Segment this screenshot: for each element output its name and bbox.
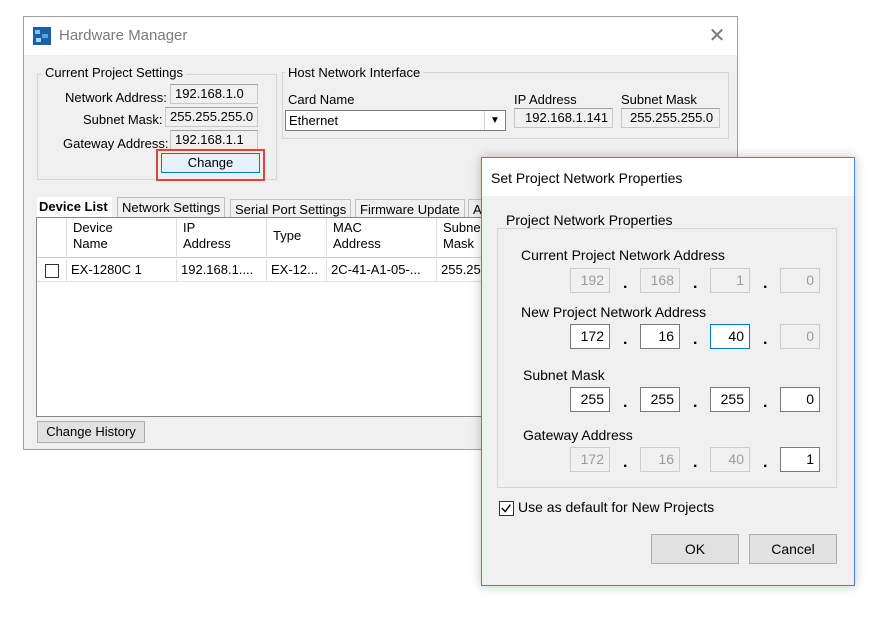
octet-separator: . xyxy=(693,275,698,292)
current-octet-4: 0 xyxy=(780,268,820,293)
use-as-default-label[interactable]: Use as default for New Projects xyxy=(518,499,714,515)
project-network-properties-title: Project Network Properties xyxy=(503,212,676,228)
ip-address-label: IP Address xyxy=(514,92,577,107)
tab-serial-port-settings[interactable]: Serial Port Settings xyxy=(230,199,352,217)
octet-separator: . xyxy=(693,454,698,471)
gateway-octet-2: 16 xyxy=(640,447,680,472)
change-history-button[interactable]: Change History xyxy=(37,421,145,443)
new-octet-4: 0 xyxy=(780,324,820,349)
table-header-ip-address[interactable]: IP Address xyxy=(177,218,267,258)
cancel-button[interactable]: Cancel xyxy=(749,534,837,564)
use-as-default-checkbox[interactable] xyxy=(499,501,514,516)
subnet-octet-4[interactable]: 0 xyxy=(780,387,820,412)
current-project-settings-title: Current Project Settings xyxy=(42,65,187,80)
ok-button[interactable]: OK xyxy=(651,534,739,564)
octet-separator: . xyxy=(693,394,698,411)
ip-address-value: 192.168.1.141 xyxy=(514,108,613,128)
chevron-down-icon[interactable]: ▼ xyxy=(484,111,505,130)
gateway-octet-1: 172 xyxy=(570,447,610,472)
table-header-device-name[interactable]: Device Name xyxy=(67,218,177,258)
octet-separator: . xyxy=(623,394,628,411)
tab-network-settings[interactable]: Network Settings xyxy=(117,197,226,217)
octet-separator: . xyxy=(763,275,768,292)
checkmark-icon xyxy=(501,504,511,513)
octet-separator: . xyxy=(763,331,768,348)
row-checkbox[interactable] xyxy=(45,264,59,278)
table-header-type[interactable]: Type xyxy=(267,218,327,258)
cell-device-name: EX-1280C 1 xyxy=(67,260,177,282)
set-project-network-properties-dialog: Set Project Network Properties Project N… xyxy=(481,157,855,586)
gateway-address-label: Gateway Address: xyxy=(63,136,169,151)
table-header-select xyxy=(37,218,67,258)
octet-separator: . xyxy=(623,454,628,471)
title-bar: Hardware Manager ✕ xyxy=(24,17,737,55)
network-address-label: Network Address: xyxy=(65,90,167,105)
current-octet-2: 168 xyxy=(640,268,680,293)
host-network-interface-title: Host Network Interface xyxy=(285,65,424,80)
current-octet-3: 1 xyxy=(710,268,750,293)
octet-separator: . xyxy=(763,394,768,411)
table-row[interactable]: EX-1280C 1 192.168.1.... EX-12... 2C-41-… xyxy=(37,260,495,282)
table-header-mac-address[interactable]: MAC Address xyxy=(327,218,437,258)
change-button[interactable]: Change xyxy=(161,153,260,173)
subnet-mask-value: 255.255.255.0 xyxy=(165,107,258,127)
card-name-label: Card Name xyxy=(288,92,355,107)
app-icon xyxy=(33,27,51,45)
current-address-label: Current Project Network Address xyxy=(521,247,725,263)
cell-mac-address: 2C-41-A1-05-... xyxy=(327,260,437,282)
octet-separator: . xyxy=(623,331,628,348)
window-title: Hardware Manager xyxy=(59,27,188,44)
tab-device-list[interactable]: Device List xyxy=(37,197,112,217)
card-name-select[interactable]: Ethernet ▼ xyxy=(285,110,506,131)
gateway-octet-3: 40 xyxy=(710,447,750,472)
gateway-octet-4[interactable]: 1 xyxy=(780,447,820,472)
gateway-address-value: 192.168.1.1 xyxy=(170,130,258,150)
host-subnet-mask-label: Subnet Mask xyxy=(621,92,697,107)
subnet-octet-2[interactable]: 255 xyxy=(640,387,680,412)
gateway-address-label: Gateway Address xyxy=(523,427,633,443)
subnet-octet-1[interactable]: 255 xyxy=(570,387,610,412)
tab-firmware-update[interactable]: Firmware Update xyxy=(355,199,465,217)
device-table[interactable]: Device Name IP Address Type MAC Address Sub… xyxy=(36,217,496,417)
current-octet-1: 192 xyxy=(570,268,610,293)
row-select-cell xyxy=(37,260,67,282)
cell-ip-address: 192.168.1.... xyxy=(177,260,267,282)
close-icon[interactable]: ✕ xyxy=(706,25,728,47)
host-subnet-mask-value: 255.255.255.0 xyxy=(621,108,720,128)
dialog-title-bar: Set Project Network Properties xyxy=(482,158,854,196)
new-octet-1[interactable]: 172 xyxy=(570,324,610,349)
subnet-mask-label: Subnet Mask: xyxy=(83,112,163,127)
new-octet-2[interactable]: 16 xyxy=(640,324,680,349)
cell-type: EX-12... xyxy=(267,260,327,282)
network-address-value: 192.168.1.0 xyxy=(170,84,258,104)
octet-separator: . xyxy=(693,331,698,348)
octet-separator: . xyxy=(763,454,768,471)
new-address-label: New Project Network Address xyxy=(521,304,707,320)
card-name-value: Ethernet xyxy=(289,113,339,128)
new-octet-3[interactable]: 40 xyxy=(710,324,750,349)
dialog-title: Set Project Network Properties xyxy=(491,170,683,186)
octet-separator: . xyxy=(623,275,628,292)
subnet-mask-label: Subnet Mask xyxy=(523,367,605,383)
subnet-octet-3[interactable]: 255 xyxy=(710,387,750,412)
